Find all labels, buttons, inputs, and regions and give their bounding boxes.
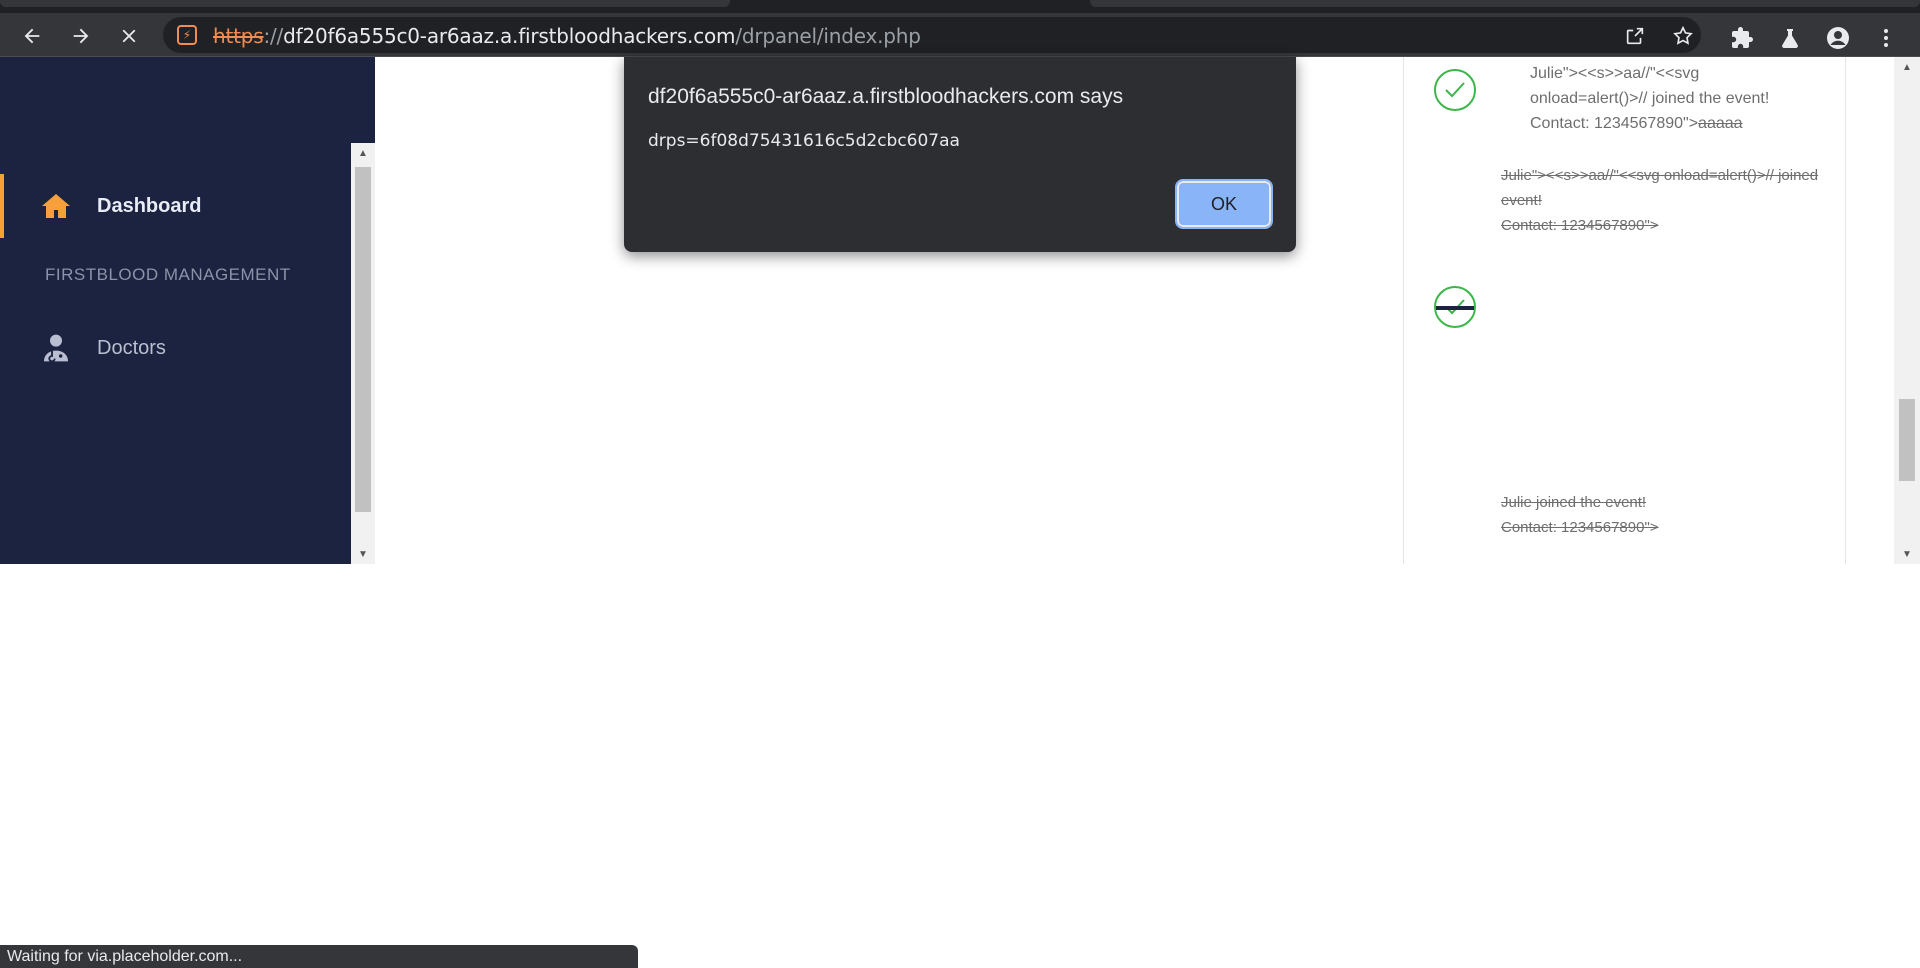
- feed-strike-text: aaaaa: [1698, 115, 1743, 132]
- sidebar-section-heading: FIRSTBLOOD MANAGEMENT: [45, 265, 291, 284]
- feed-item-text: Julie"><<s>>aa//"<<svg onload=alert()>//…: [1530, 61, 1769, 136]
- more-menu-icon[interactable]: [1874, 26, 1898, 50]
- tab[interactable]: [1090, 0, 1920, 7]
- dialog-title: df20f6a555c0-ar6aaz.a.firstbloodhackers.…: [648, 85, 1124, 108]
- feed-line: Julie"><<s>>aa//"<<svg onload=alert()>//…: [1501, 167, 1819, 184]
- sidebar-scrollbar[interactable]: ▲ ▼: [351, 143, 375, 564]
- close-icon: [122, 29, 136, 43]
- url-separator: ://: [263, 24, 284, 48]
- arrow-left-icon: [24, 28, 40, 44]
- feed-line: Contact: 1234567890">: [1501, 217, 1659, 234]
- sidebar-item-dashboard[interactable]: Dashboard: [0, 174, 351, 238]
- stop-loading-button[interactable]: [114, 21, 144, 51]
- feed-line: Julie"><<s>>aa//"<<svg: [1530, 65, 1700, 82]
- bookmark-star-icon[interactable]: [1672, 25, 1694, 47]
- sidebar: Dashboard FIRSTBLOOD MANAGEMENT Doctors …: [0, 57, 375, 564]
- scroll-down-arrow-icon[interactable]: ▼: [1894, 544, 1920, 564]
- forward-button[interactable]: [66, 21, 96, 51]
- scroll-down-arrow-icon[interactable]: ▼: [351, 544, 375, 564]
- url-text[interactable]: https://df20f6a555c0-ar6aaz.a.firstblood…: [213, 25, 921, 47]
- check-circle-icon: [1434, 286, 1476, 328]
- sidebar-item-label: Doctors: [97, 336, 166, 359]
- sidebar-menu: Dashboard FIRSTBLOOD MANAGEMENT Doctors: [0, 143, 351, 564]
- feed-line: Contact: 1234567890">aaaaa: [1530, 111, 1769, 136]
- feed-line: event!: [1501, 192, 1542, 209]
- dialog-message: drps=6f08d75431616c5d2cbc607aa: [648, 131, 960, 151]
- feed-line: onload=alert()>// joined the event!: [1530, 90, 1770, 107]
- scroll-up-arrow-icon[interactable]: ▲: [351, 143, 375, 163]
- scrollbar-thumb[interactable]: [355, 167, 371, 512]
- not-secure-icon[interactable]: ⚡: [177, 25, 197, 45]
- ok-button[interactable]: OK: [1175, 179, 1273, 229]
- status-bubble: Waiting for via.placeholder.com...: [0, 945, 638, 968]
- back-button[interactable]: [17, 21, 47, 51]
- url-scheme: https: [213, 24, 264, 48]
- feed-contact: Contact: 1234567890">: [1530, 115, 1699, 132]
- doctor-icon: [44, 334, 68, 363]
- feed-line: Contact: 1234567890">: [1501, 519, 1659, 536]
- browser-toolbar: ⚡ https://df20f6a555c0-ar6aaz.a.firstblo…: [0, 13, 1920, 57]
- tab[interactable]: [0, 0, 730, 7]
- sidebar-item-doctors[interactable]: Doctors: [0, 316, 351, 380]
- check-circle-icon: [1434, 69, 1476, 111]
- address-bar[interactable]: ⚡ https://df20f6a555c0-ar6aaz.a.firstblo…: [163, 17, 1701, 53]
- labs-flask-icon[interactable]: [1778, 26, 1802, 50]
- tab-strip: [0, 0, 1920, 13]
- feed-line: Julie joined the event!: [1501, 494, 1647, 511]
- feed-item-text: Julie"><<s>>aa//"<<svg onload=alert()>//…: [1501, 163, 1847, 238]
- url-host: df20f6a555c0-ar6aaz.a.firstbloodhackers.…: [283, 24, 736, 48]
- scrollbar-thumb[interactable]: [1899, 399, 1915, 481]
- url-path: /drpanel/index.php: [735, 24, 921, 48]
- scroll-up-arrow-icon[interactable]: ▲: [1894, 57, 1920, 77]
- page-scrollbar[interactable]: ▲ ▼: [1894, 57, 1920, 564]
- home-icon: [42, 194, 70, 218]
- profile-avatar-icon[interactable]: [1826, 26, 1850, 50]
- alert-dialog: df20f6a555c0-ar6aaz.a.firstbloodhackers.…: [624, 57, 1296, 252]
- feed-item-text: Julie joined the event! Contact: 1234567…: [1501, 490, 1659, 540]
- arrow-right-icon: [73, 28, 89, 44]
- activity-feed: Julie"><<s>>aa//"<<svg onload=alert()>//…: [1403, 57, 1846, 564]
- sidebar-item-label: Dashboard: [97, 194, 202, 217]
- share-icon[interactable]: [1624, 25, 1646, 47]
- extensions-icon[interactable]: [1730, 26, 1754, 50]
